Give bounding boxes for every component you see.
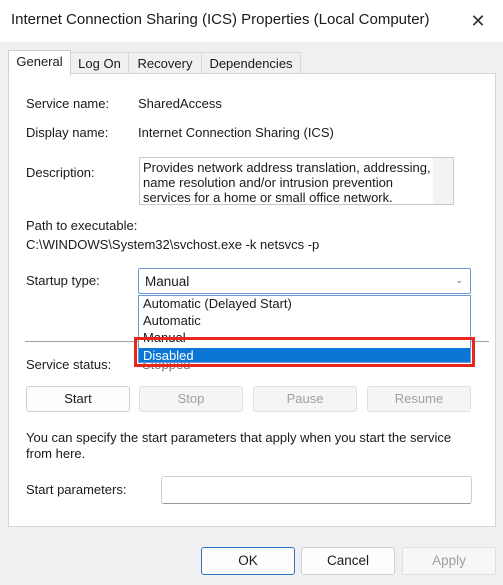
chevron-down-icon: ⌄ [455,275,463,285]
ok-button[interactable]: OK [201,547,295,575]
start-params-help: You can specify the start parameters tha… [26,430,452,461]
general-panel: Service name: SharedAccess Display name:… [8,73,496,527]
display-name-label: Display name: [26,125,109,140]
path-label: Path to executable: [26,218,138,233]
tab-log-on[interactable]: Log On [70,52,129,75]
start-button[interactable]: Start [26,386,130,412]
startup-type-select[interactable]: Manual ⌄ [138,268,471,294]
option-automatic-delayed[interactable]: Automatic (Delayed Start) [139,296,470,312]
apply-button[interactable]: Apply [402,547,496,575]
start-params-input[interactable] [161,476,472,504]
resume-button[interactable]: Resume [367,386,471,412]
service-name-value: SharedAccess [138,96,222,111]
tab-general[interactable]: General [8,50,71,76]
title-bar: Internet Connection Sharing (ICS) Proper… [0,0,503,42]
tab-recovery[interactable]: Recovery [128,52,202,75]
service-status-label: Service status: [26,357,112,372]
display-name-value: Internet Connection Sharing (ICS) [138,125,334,140]
tab-dependencies[interactable]: Dependencies [201,52,301,75]
description-label: Description: [26,165,95,180]
path-value: C:\WINDOWS\System32\svchost.exe -k netsv… [26,237,320,252]
startup-type-label: Startup type: [26,273,100,288]
description-text: Provides network address translation, ad… [143,160,431,205]
option-automatic[interactable]: Automatic [139,313,470,329]
close-button[interactable]: ✕ [456,2,500,40]
option-disabled[interactable]: Disabled [139,348,470,362]
window-title: Internet Connection Sharing (ICS) Proper… [11,11,430,28]
pause-button[interactable]: Pause [253,386,357,412]
description-box[interactable]: Provides network address translation, ad… [139,157,454,205]
stop-button[interactable]: Stop [139,386,243,412]
option-manual[interactable]: Manual [139,330,470,344]
start-params-label: Start parameters: [26,482,127,497]
startup-type-dropdown: Automatic (Delayed Start) Automatic Manu… [138,295,471,363]
startup-type-value: Manual [145,274,190,289]
cancel-button[interactable]: Cancel [301,547,395,575]
close-icon: ✕ [470,10,486,31]
description-scrollbar[interactable] [433,158,453,204]
service-name-label: Service name: [26,96,110,111]
